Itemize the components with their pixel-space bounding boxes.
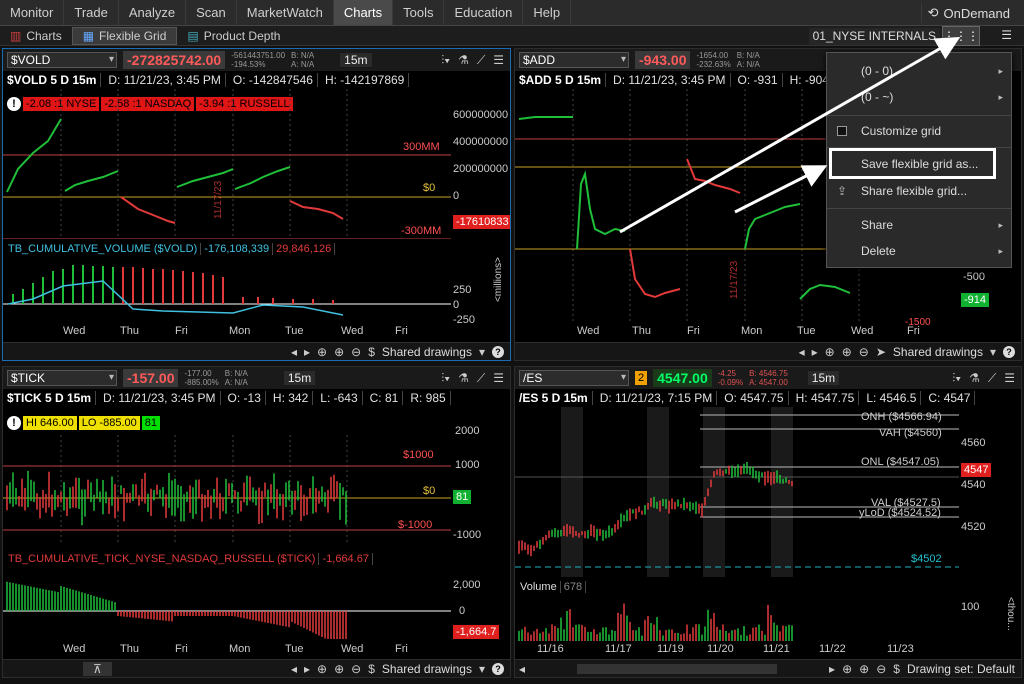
arrow-to-save-item <box>734 165 828 214</box>
arrow-to-grid-button <box>619 37 961 234</box>
annotation-arrows <box>619 37 961 234</box>
